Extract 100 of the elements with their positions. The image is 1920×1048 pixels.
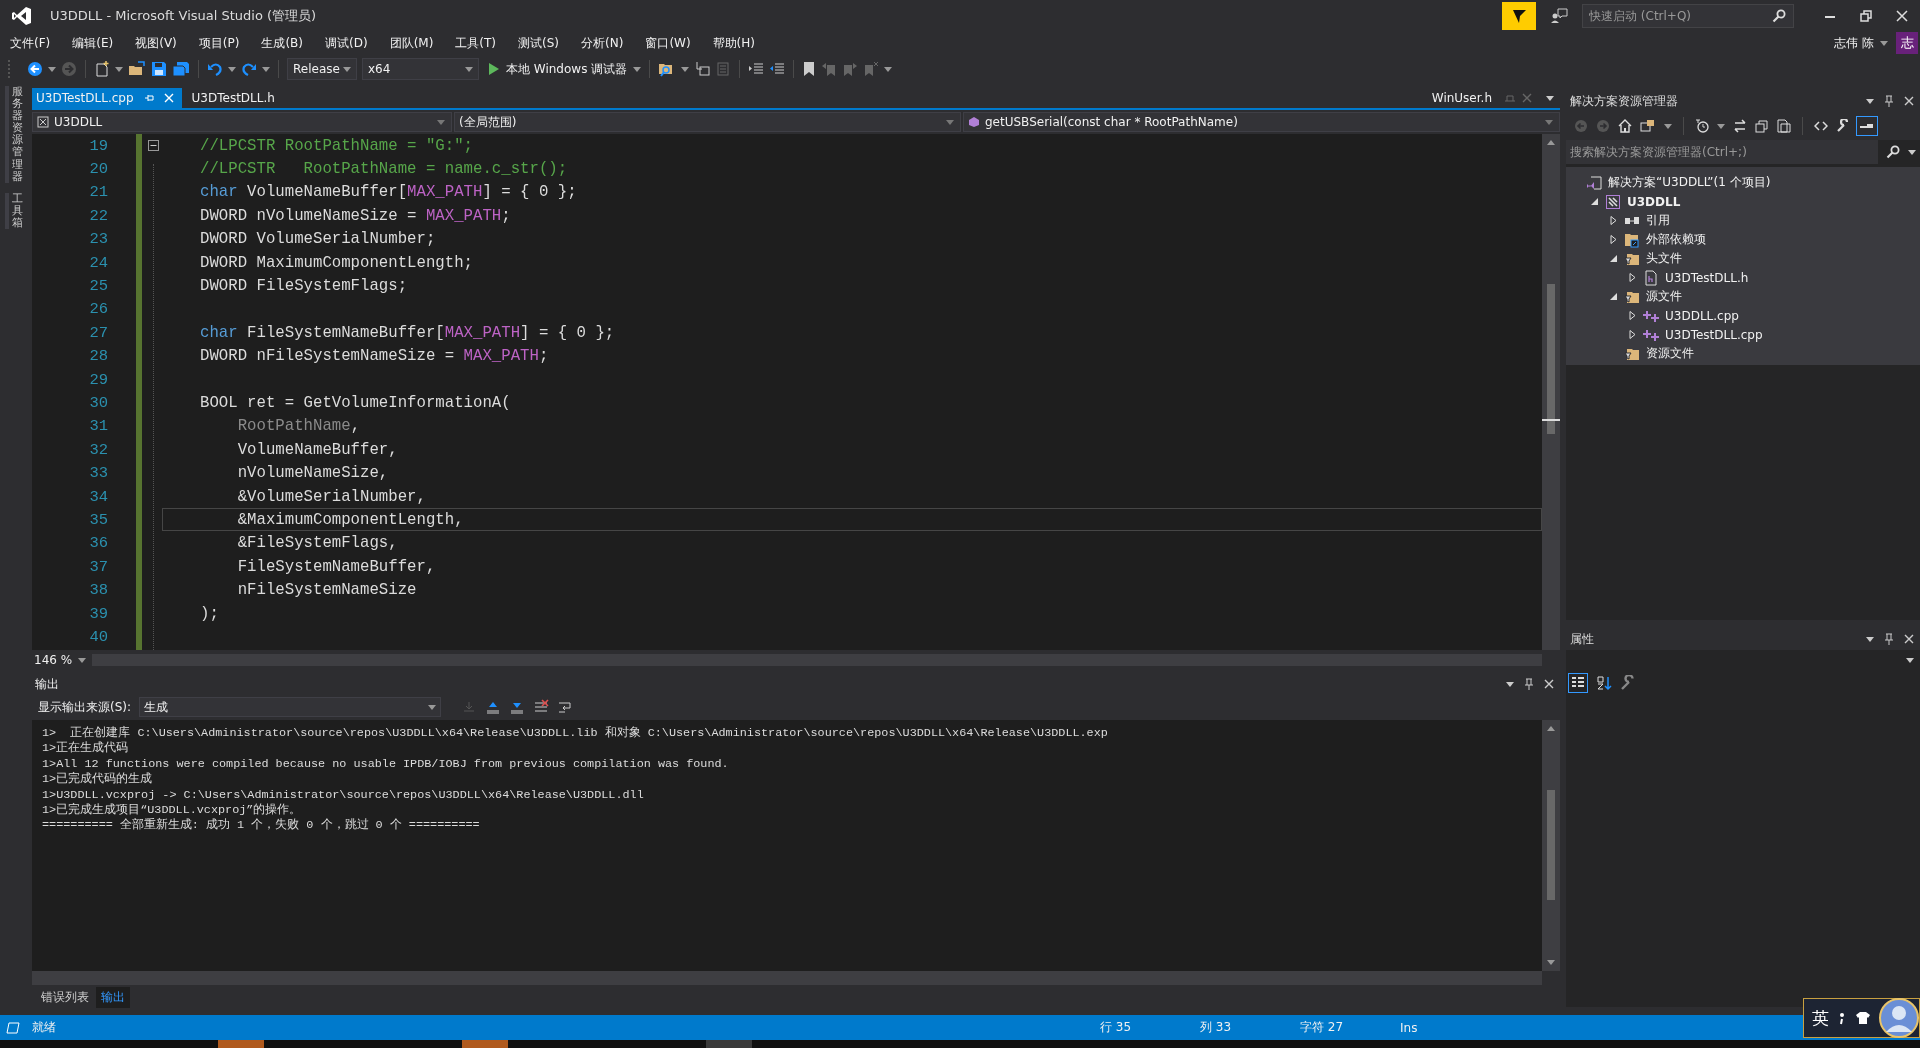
pin-icon[interactable] xyxy=(1884,95,1894,107)
show-all-files-icon[interactable] xyxy=(1777,119,1791,133)
panel-tab[interactable]: 输出 xyxy=(96,986,130,1008)
user-avatar[interactable]: 志 xyxy=(1896,32,1918,54)
tree-item[interactable]: 外部依赖项 xyxy=(1646,231,1706,248)
preview-icon[interactable] xyxy=(1856,116,1878,136)
menu-item[interactable]: 工具(T) xyxy=(445,34,506,52)
expand-arrow-icon[interactable] xyxy=(1627,311,1637,320)
alphabetical-icon[interactable] xyxy=(1596,675,1612,691)
vertical-scrollbar[interactable] xyxy=(1542,134,1560,650)
wrench-icon[interactable] xyxy=(1620,675,1636,691)
expand-arrow-icon[interactable] xyxy=(1608,292,1618,301)
platform-dropdown[interactable]: x64 xyxy=(362,58,479,80)
home-icon[interactable] xyxy=(1618,119,1632,133)
search-field[interactable]: 搜索解决方案资源管理器(Ctrl+;) xyxy=(1566,140,1878,164)
scrollbar-thumb[interactable] xyxy=(1547,284,1555,434)
tree-item[interactable]: 源文件 xyxy=(1646,288,1682,305)
avatar-icon[interactable] xyxy=(1879,998,1919,1038)
caret-icon[interactable] xyxy=(1866,98,1874,104)
expand-arrow-icon[interactable] xyxy=(1608,216,1618,225)
clear-all-icon[interactable] xyxy=(533,699,550,715)
vertical-scrollbar[interactable] xyxy=(1542,720,1560,971)
menu-item[interactable]: 帮助(H) xyxy=(702,34,764,52)
side-tab[interactable]: 服务器资源管理器 xyxy=(5,86,23,183)
redo-icon[interactable] xyxy=(241,61,257,77)
scroll-down-icon[interactable] xyxy=(1546,959,1556,967)
member-dropdown[interactable]: getUSBSerial(const char * RootPathName) xyxy=(963,112,1560,132)
menu-item[interactable]: 视图(V) xyxy=(125,34,186,52)
menu-item[interactable]: 项目(P) xyxy=(188,34,249,52)
tree-item[interactable]: 引用 xyxy=(1646,212,1670,229)
shirt-icon[interactable] xyxy=(1855,1011,1871,1025)
bookmark-icon[interactable] xyxy=(802,61,817,77)
expand-arrow-icon[interactable] xyxy=(1627,273,1637,282)
pin-icon[interactable] xyxy=(1884,633,1894,645)
tree-item[interactable]: 头文件 xyxy=(1646,250,1682,267)
indent-icon[interactable] xyxy=(769,61,786,77)
clear-bookmarks-icon[interactable] xyxy=(863,61,880,77)
expand-arrow-icon[interactable] xyxy=(1608,254,1618,263)
caret-icon[interactable] xyxy=(115,66,123,72)
menu-item[interactable]: 分析(N) xyxy=(571,34,633,52)
input-method-bar[interactable]: 英 xyxy=(1803,998,1920,1038)
clock-icon[interactable] xyxy=(1695,119,1709,133)
pin-icon[interactable] xyxy=(1524,678,1534,690)
collapse-all-icon[interactable] xyxy=(1755,119,1769,133)
caret-icon[interactable] xyxy=(884,66,893,72)
menu-item[interactable]: 生成(B) xyxy=(251,34,312,52)
menu-item[interactable]: 调试(D) xyxy=(315,34,377,52)
quick-launch-field[interactable]: 快速启动 (Ctrl+Q) xyxy=(1582,4,1794,28)
expand-arrow-icon[interactable] xyxy=(1627,330,1637,339)
menu-item[interactable]: 编辑(E) xyxy=(62,34,123,52)
horizontal-scrollbar[interactable] xyxy=(32,971,1542,985)
scroll-up-icon[interactable] xyxy=(1546,138,1556,146)
code-icon[interactable] xyxy=(1814,119,1828,133)
caret-icon[interactable] xyxy=(1546,95,1554,101)
caret-icon[interactable] xyxy=(1506,681,1514,687)
new-item-icon[interactable] xyxy=(94,61,110,77)
caret-icon[interactable] xyxy=(1908,149,1916,155)
outdent-icon[interactable] xyxy=(748,61,765,77)
zoom-dropdown[interactable]: 146 % xyxy=(32,653,86,667)
scroll-up-icon[interactable] xyxy=(1546,724,1556,732)
tree-item[interactable]: 资源文件 xyxy=(1646,345,1694,362)
expand-arrow-icon[interactable] xyxy=(1589,197,1599,206)
caret-icon[interactable] xyxy=(681,66,690,72)
tree-item[interactable]: U3DDLL xyxy=(1627,194,1681,209)
menu-item[interactable]: 文件(F) xyxy=(0,34,60,52)
user-name[interactable]: 志伟 陈 xyxy=(1834,34,1874,52)
collapse-icon[interactable] xyxy=(148,140,159,152)
side-tab[interactable]: 工具箱 xyxy=(5,192,23,230)
next-bookmark-icon[interactable] xyxy=(842,61,859,77)
undo-icon[interactable] xyxy=(207,61,223,77)
punctuation-icon[interactable] xyxy=(1837,1011,1847,1025)
open-folder-icon[interactable] xyxy=(128,61,146,77)
tree-item[interactable]: U3DTestDLL.h xyxy=(1665,270,1749,285)
configuration-dropdown[interactable]: Release xyxy=(287,58,357,80)
caret-icon[interactable] xyxy=(228,66,236,72)
preview-tab[interactable]: WinUser.h xyxy=(1431,91,1492,105)
menu-item[interactable]: 团队(M) xyxy=(379,34,443,52)
menu-item[interactable]: 测试(S) xyxy=(508,34,569,52)
save-icon[interactable] xyxy=(151,61,167,77)
scrollbar-thumb[interactable] xyxy=(1547,790,1555,900)
tree-item[interactable]: U3DDLL.cpp xyxy=(1665,308,1739,323)
tree-item[interactable]: 解决方案“U3DDLL”(1 个项目) xyxy=(1608,174,1771,191)
save-all-icon[interactable] xyxy=(172,61,190,77)
wrench-icon[interactable] xyxy=(1836,119,1850,133)
word-wrap-icon[interactable] xyxy=(557,699,574,715)
tree-item[interactable]: U3DTestDLL.cpp xyxy=(1665,327,1763,342)
caret-icon[interactable] xyxy=(262,66,270,72)
panel-tab[interactable]: 错误列表 xyxy=(36,986,94,1008)
start-debugging-button[interactable]: 本地 Windows 调试器 xyxy=(488,60,642,78)
document-tab[interactable]: U3DTestDLL.h xyxy=(187,88,283,108)
menu-item[interactable]: 窗口(W) xyxy=(635,34,700,52)
caret-icon[interactable] xyxy=(48,66,56,72)
categorized-icon[interactable] xyxy=(1568,673,1588,693)
back-icon[interactable] xyxy=(27,61,43,77)
notification-flag-button[interactable] xyxy=(1502,2,1536,30)
step-icon[interactable] xyxy=(694,61,711,77)
feedback-icon[interactable] xyxy=(1550,8,1568,24)
sync-icon[interactable] xyxy=(1733,119,1747,133)
switch-views-icon[interactable] xyxy=(1640,119,1656,133)
caret-icon[interactable] xyxy=(1664,123,1672,129)
